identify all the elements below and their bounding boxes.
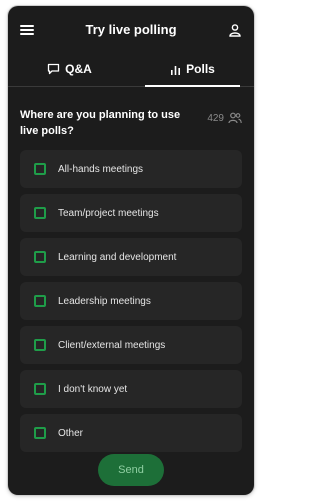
poll-option[interactable]: Client/external meetings [20, 326, 242, 364]
vote-count: 429 [207, 112, 242, 124]
checkbox[interactable] [34, 207, 46, 219]
poll-option[interactable]: Leadership meetings [20, 282, 242, 320]
title-bar: Try live polling [8, 6, 254, 52]
checkbox[interactable] [34, 295, 46, 307]
poll-question: Where are you planning to use live polls… [20, 109, 181, 137]
option-label: Team/project meetings [58, 207, 159, 219]
poll-question-row: Where are you planning to use live polls… [8, 87, 254, 153]
tab-qa[interactable]: Q&A [8, 52, 131, 86]
tab-bar: Q&A Polls [8, 52, 254, 87]
checkbox[interactable] [34, 339, 46, 351]
page-title: Try live polling [85, 21, 177, 37]
checkbox[interactable] [34, 383, 46, 395]
tab-qa-label: Q&A [65, 62, 92, 76]
option-label: Client/external meetings [58, 339, 166, 351]
speech-bubble-icon [48, 63, 60, 75]
poll-panel: Try live polling Q&A Polls Where are you… [8, 6, 254, 495]
send-button[interactable]: Send [98, 454, 164, 486]
option-label: Other [58, 427, 84, 439]
send-area: Send [8, 454, 254, 486]
checkbox[interactable] [34, 251, 46, 263]
option-label: Leadership meetings [58, 295, 151, 307]
poll-option[interactable]: Learning and development [20, 238, 242, 276]
poll-options: All-hands meetings Team/project meetings… [20, 150, 242, 458]
tab-polls-label: Polls [186, 62, 215, 76]
option-label: Learning and development [58, 251, 177, 263]
checkbox[interactable] [34, 427, 46, 439]
bar-chart-icon [171, 65, 181, 75]
poll-option[interactable]: Team/project meetings [20, 194, 242, 232]
poll-option[interactable]: Other [20, 414, 242, 452]
user-icon[interactable] [228, 23, 242, 37]
poll-option[interactable]: I don't know yet [20, 370, 242, 408]
people-icon [228, 112, 242, 124]
checkbox[interactable] [34, 163, 46, 175]
poll-option[interactable]: All-hands meetings [20, 150, 242, 188]
vote-count-value: 429 [207, 112, 224, 124]
option-label: All-hands meetings [58, 163, 144, 175]
option-label: I don't know yet [58, 383, 128, 395]
tab-polls[interactable]: Polls [131, 52, 254, 87]
hamburger-menu-icon[interactable] [20, 25, 34, 35]
